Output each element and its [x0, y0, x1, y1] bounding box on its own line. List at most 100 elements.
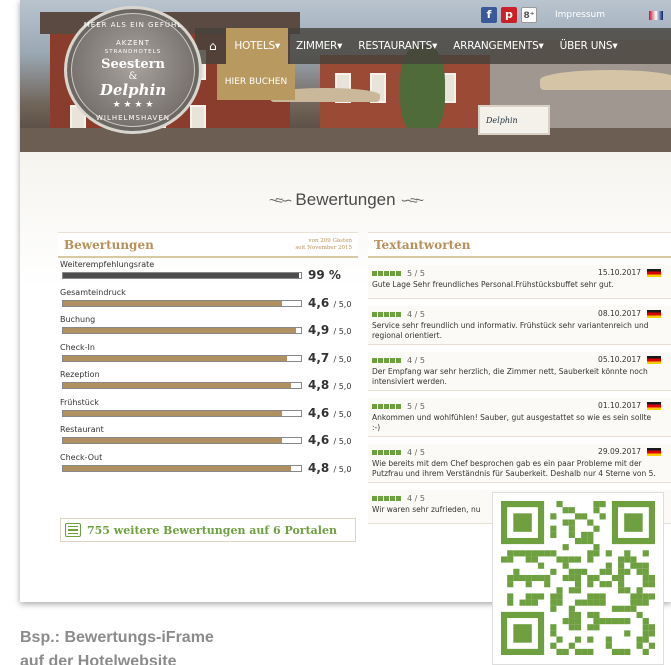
logo-text: Seestern: [101, 57, 165, 72]
rating-bar-fill: [63, 273, 299, 278]
german-flag-icon: [647, 356, 661, 364]
nav-hotels[interactable]: HOTELS▾: [226, 28, 289, 64]
rating-bar: [62, 272, 302, 279]
ratings-subtitle: von 209 Gästen seit November 2015: [295, 237, 352, 251]
rating-bar-fill: [63, 383, 292, 388]
review-text: Der Empfang war sehr herzlich, die Zimme…: [372, 367, 648, 386]
pinterest-icon[interactable]: p: [500, 7, 517, 23]
rating-row: Rezeption 4,8 / 5,0: [58, 368, 358, 396]
googleplus-icon[interactable]: 8⁺: [520, 7, 537, 23]
ratings-panel: Bewertungen von 209 Gästen seit November …: [58, 232, 358, 542]
top-bar: f p 8⁺ Impressum: [480, 6, 663, 24]
rating-scale: / 5,0: [333, 409, 352, 419]
rating-label: Check-Out: [60, 452, 103, 462]
rating-row: Gesamteindruck 4,6 / 5,0: [58, 286, 358, 314]
review-score: 4 / 5: [407, 494, 425, 503]
rating-row: Weiterempfehlungsrate 99 %: [58, 258, 358, 286]
rating-stars-icon: [372, 271, 402, 276]
logo-text: MEER ALS EIN GEFÜHL: [83, 21, 183, 29]
rating-value: 4,7 / 5,0: [308, 350, 352, 365]
rating-stars-icon: [372, 358, 402, 363]
uk-flag-icon[interactable]: [649, 10, 663, 20]
rating-row: Check-Out 4,8 / 5,0: [58, 451, 358, 479]
rating-bar: [62, 409, 302, 417]
rating-label: Buchung: [60, 315, 96, 324]
nav-ueber-uns[interactable]: ÜBER UNS▾: [552, 28, 626, 64]
logo-text: STRANDHOTELS: [104, 49, 162, 55]
rating-bar-fill: [63, 355, 287, 361]
rating-label: Rezeption: [60, 370, 100, 379]
review-date: 15.10.2017: [598, 268, 641, 277]
rating-value: 99 %: [308, 268, 341, 282]
review-score: 5 / 5: [407, 402, 425, 411]
rating-label: Check-In: [60, 342, 95, 352]
rating-scale: / 5,0: [333, 437, 352, 446]
german-flag-icon: [647, 269, 661, 277]
rating-bar-fill: [63, 410, 282, 416]
book-button[interactable]: HIER BUCHEN: [217, 64, 295, 100]
rating-scale: / 5,0: [333, 464, 352, 474]
impressum-link[interactable]: Impressum: [555, 10, 605, 20]
reviews-title: Textantworten: [374, 237, 471, 252]
rating-row: Buchung 4,9 / 5,0: [58, 313, 358, 341]
main-nav: ⌂ HOTELS▾ ZIMMER▾ RESTAURANTS▾ ARRANGEME…: [195, 28, 671, 64]
rating-row: Restaurant 4,6 / 5,0: [58, 423, 358, 451]
rating-bar-fill: [63, 328, 297, 333]
qr-code[interactable]: [492, 492, 664, 665]
rating-label: Frühstück: [60, 397, 99, 407]
rating-value: 4,8 / 5,0: [308, 378, 352, 392]
more-reviews-label: 755 weitere Bewertungen auf 6 Portalen: [87, 523, 337, 537]
rating-scale: / 5,0: [333, 354, 352, 364]
review-item: 4 / 5 05.10.2017 Der Empfang war sehr herz…: [368, 352, 671, 391]
rating-bar-fill: [63, 438, 282, 443]
rating-stars-icon: [372, 312, 402, 317]
hotel-sign: Delphin: [478, 105, 550, 135]
caption: Bsp.: Bewertungs-iFrame auf der Hotelweb…: [20, 629, 214, 665]
hotel-logo[interactable]: MEER ALS EIN GEFÜHL AKZENT STRANDHOTELS …: [64, 6, 202, 134]
german-flag-icon: [647, 402, 661, 410]
review-date: 01.10.2017: [598, 401, 641, 410]
review-text: Wie bereits mit dem Chef besprochen gab …: [372, 459, 656, 478]
rating-stars-icon: [372, 450, 402, 455]
ratings-header: Bewertungen von 209 Gästen seit November …: [58, 232, 358, 258]
rating-scale: / 5,0: [333, 382, 352, 391]
review-score: 4 / 5: [407, 448, 425, 457]
rating-bar: [62, 299, 302, 307]
review-text: Gute Lage Sehr freundliches Personal.Frü…: [372, 280, 614, 289]
nav-zimmer[interactable]: ZIMMER▾: [288, 28, 350, 64]
rating-row: Frühstück 4,6 / 5,0: [58, 396, 358, 424]
rating-scale: / 5,0: [333, 327, 352, 336]
review-list: 5 / 5 15.10.2017 Gute Lage Sehr freundlich…: [368, 265, 671, 524]
rating-stars-icon: [372, 404, 402, 409]
rating-scale: / 5,0: [333, 299, 352, 309]
reviews-header: Textantworten: [368, 232, 671, 258]
review-text: Service sehr freundlich und informativ. …: [372, 321, 649, 340]
review-item: 4 / 5 08.10.2017 Service sehr freundlich u…: [368, 306, 671, 345]
more-reviews-link[interactable]: 755 weitere Bewertungen auf 6 Portalen: [60, 518, 356, 542]
rating-row: Check-In 4,7 / 5,0: [58, 341, 358, 369]
rating-bar: [62, 464, 302, 472]
qr-code-image: [501, 501, 655, 655]
rating-bar: [62, 437, 302, 444]
nav-arrangements[interactable]: ARRANGEMENTS▾: [445, 28, 551, 64]
review-score: 4 / 5: [407, 310, 425, 319]
german-flag-icon: [647, 310, 661, 318]
review-item: 5 / 5 01.10.2017 Ankommen und wohlfühlen! …: [368, 398, 671, 437]
ratings-rows: Weiterempfehlungsrate 99 % Gesamteindruck…: [58, 258, 358, 478]
rating-value: 4,9 / 5,0: [308, 323, 352, 337]
rating-bar-fill: [63, 300, 282, 306]
rating-value: 4,6 / 5,0: [308, 405, 352, 420]
nav-restaurants[interactable]: RESTAURANTS▾: [350, 28, 445, 64]
rating-bar: [62, 327, 302, 334]
rating-label: Weiterempfehlungsrate: [60, 260, 155, 269]
logo-text: AKZENT: [115, 39, 151, 47]
page-title: ~≈∽ Bewertungen ∽≈~: [269, 190, 424, 209]
facebook-icon[interactable]: f: [480, 7, 497, 23]
logo-text: WILHELMSHAVEN: [95, 114, 170, 122]
rating-value: 4,6 / 5,0: [308, 295, 352, 310]
review-score: 4 / 5: [407, 356, 425, 365]
rating-stars-icon: [372, 496, 402, 501]
rating-value: 4,6 / 5,0: [308, 433, 352, 447]
rating-bar-fill: [63, 465, 292, 471]
review-date: 29.09.2017: [598, 447, 641, 456]
